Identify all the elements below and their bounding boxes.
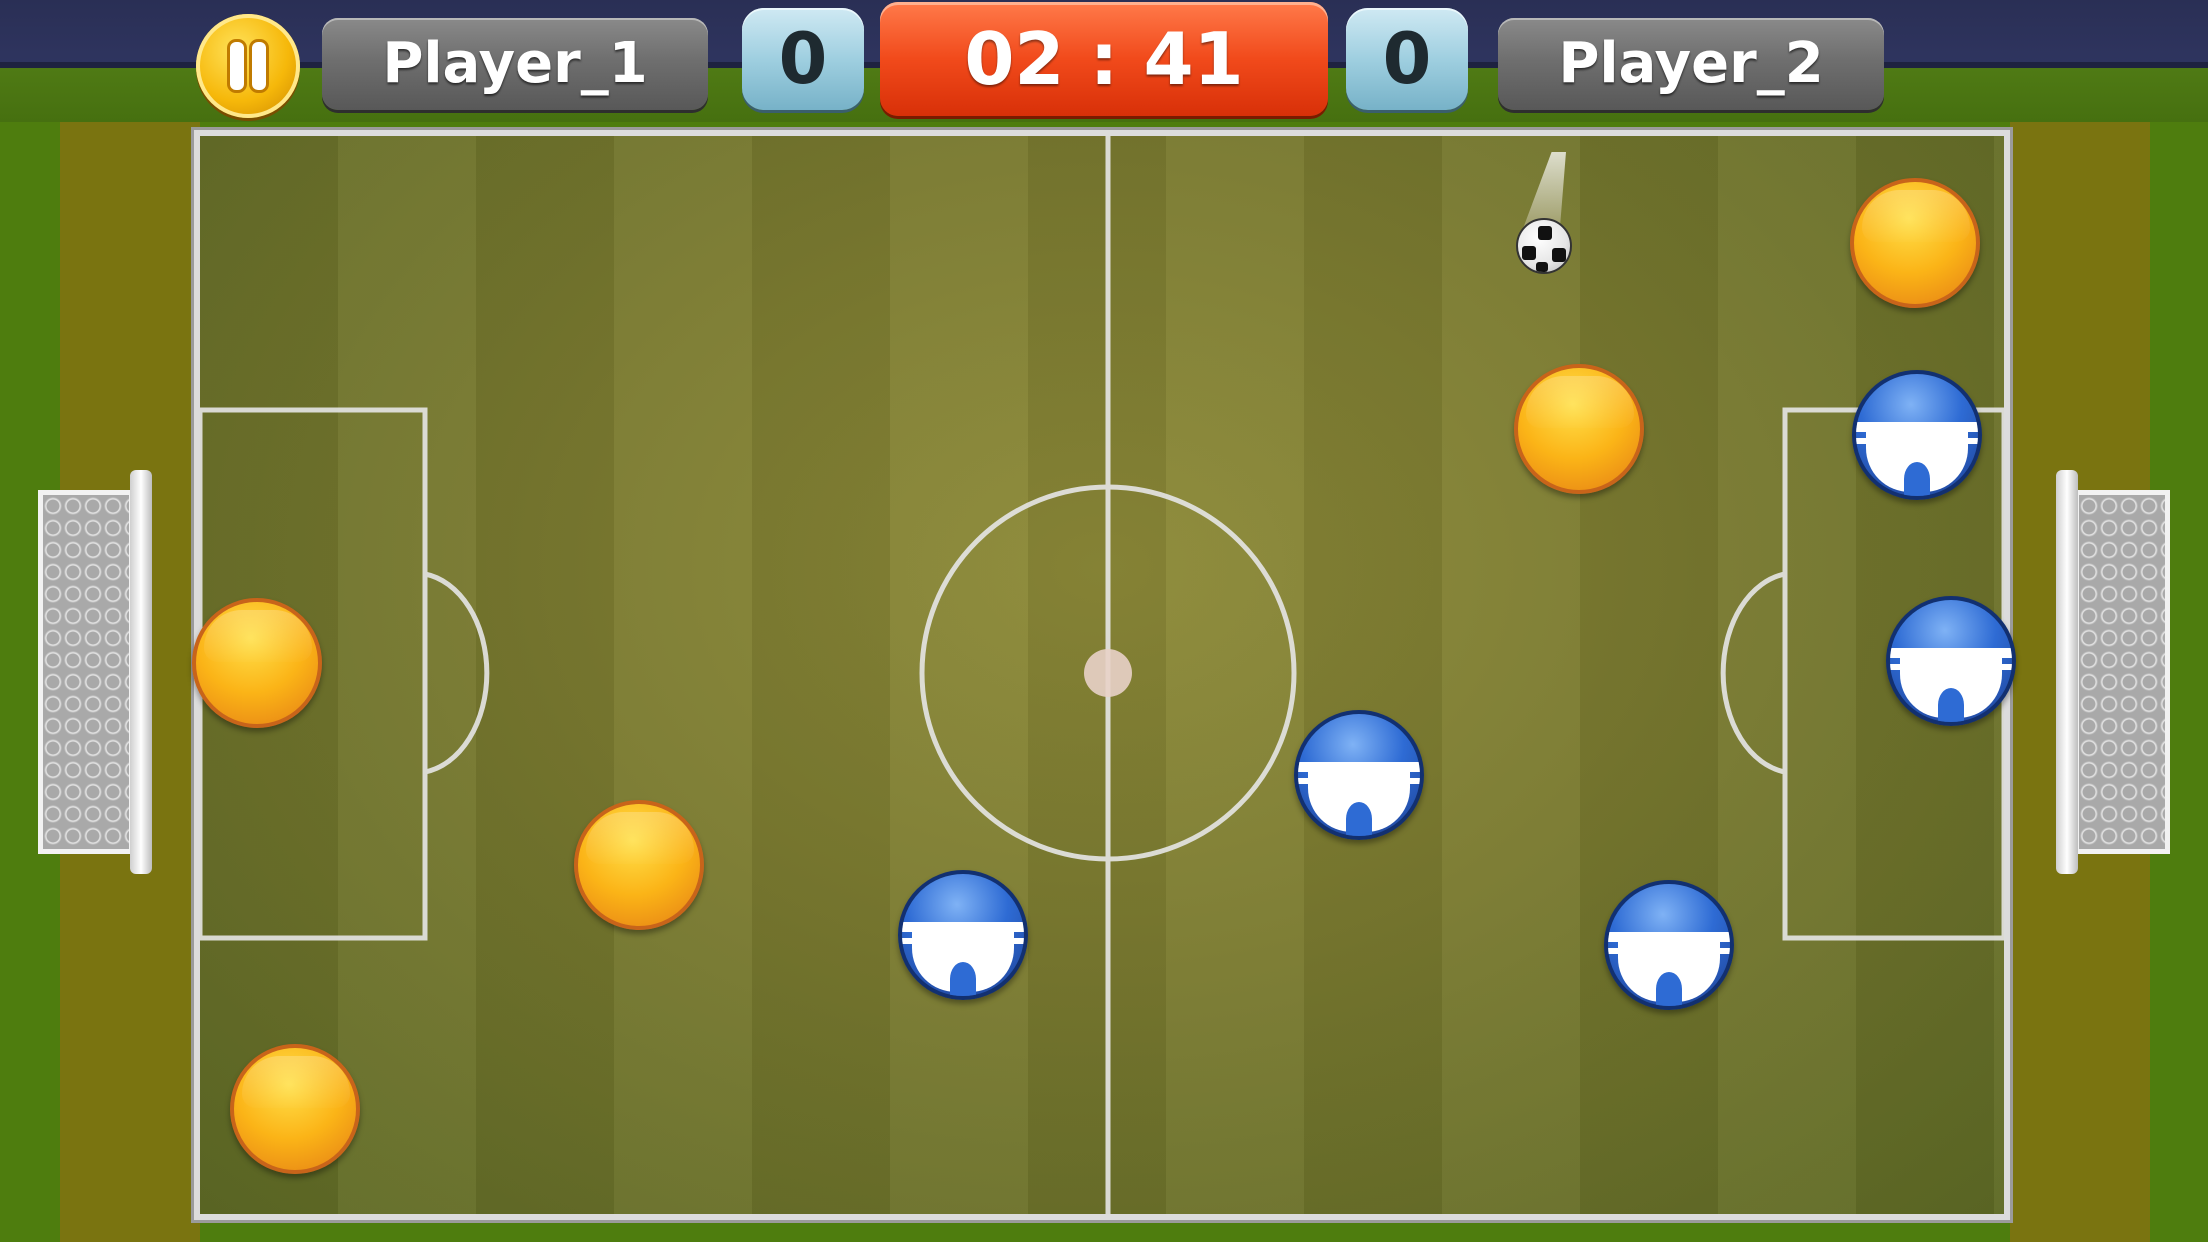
left-goal-net (38, 490, 134, 854)
blue-player-disc[interactable] (1886, 596, 2016, 726)
right-penalty-arc (1720, 571, 1786, 775)
soccer-pitch[interactable] (194, 130, 2010, 1220)
orange-player-disc[interactable] (1850, 178, 1980, 308)
player1-name: Player_1 (322, 18, 708, 110)
center-spot (1084, 649, 1132, 697)
blue-player-disc[interactable] (898, 870, 1028, 1000)
player1-score: 0 (742, 8, 864, 110)
blue-player-disc[interactable] (1852, 370, 1982, 500)
left-goal-post (130, 470, 152, 874)
left-goal (38, 470, 162, 874)
right-goal (2046, 470, 2170, 874)
blue-player-disc[interactable] (1604, 880, 1734, 1010)
pause-icon-bar (252, 42, 266, 90)
blue-player-disc[interactable] (1294, 710, 1424, 840)
soccer-ball-icon[interactable] (1516, 218, 1572, 274)
orange-player-disc[interactable] (1514, 364, 1644, 494)
orange-player-disc[interactable] (574, 800, 704, 930)
orange-player-disc[interactable] (230, 1044, 360, 1174)
game-stage: Player_1 0 02 : 41 0 Player_2 (0, 0, 2208, 1242)
right-goal-post (2056, 470, 2078, 874)
player2-score: 0 (1346, 8, 1468, 110)
pause-icon (230, 42, 244, 90)
orange-player-disc[interactable] (192, 598, 322, 728)
left-penalty-arc (424, 571, 490, 775)
match-timer: 02 : 41 (880, 2, 1328, 116)
pause-button[interactable] (196, 14, 300, 118)
pitch-markings (200, 136, 2004, 1214)
player2-name: Player_2 (1498, 18, 1884, 110)
right-goal-net (2074, 490, 2170, 854)
